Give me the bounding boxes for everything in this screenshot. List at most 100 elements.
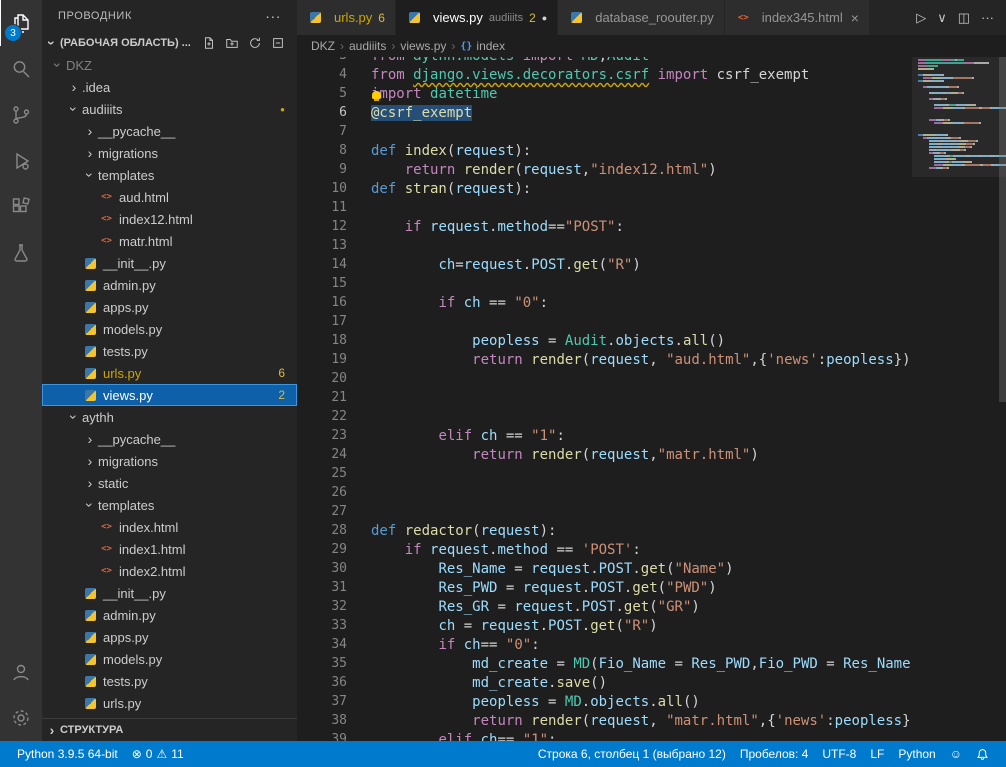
- outline-section-header[interactable]: › СТРУКТУРА: [42, 718, 297, 741]
- tree-item-index12.html[interactable]: <>index12.html: [42, 208, 297, 230]
- code-line-28[interactable]: 28def redactor(request):: [297, 523, 911, 542]
- code-line-3[interactable]: 3from aythh.models import MD,Audit: [297, 57, 911, 67]
- tree-item-audiiits[interactable]: ›audiiits●: [42, 98, 297, 120]
- code-line-4[interactable]: 4from django.views.decorators.csrf impor…: [297, 67, 911, 86]
- tree-item-DKZ[interactable]: ›DKZ: [42, 54, 297, 76]
- explorer-more-actions-icon[interactable]: ···: [265, 8, 281, 24]
- tree-item-admin.py[interactable]: admin.py: [42, 274, 297, 296]
- split-editor-button[interactable]: ◫: [958, 10, 970, 26]
- tree-item-migrations[interactable]: ›migrations: [42, 142, 297, 164]
- tab-database_roouter.py[interactable]: database_roouter.py: [558, 0, 725, 35]
- tree-item-aythh[interactable]: ›aythh: [42, 406, 297, 428]
- tree-item-static[interactable]: ›static: [42, 472, 297, 494]
- run-button[interactable]: ▷: [916, 10, 926, 26]
- breadcrumb-item-DKZ[interactable]: DKZ: [311, 39, 335, 53]
- python-interpreter-status[interactable]: Python 3.9.5 64-bit: [10, 747, 125, 761]
- scrollbar-thumb[interactable]: [999, 57, 1006, 402]
- code-line-31[interactable]: 31 Res_PWD = request.POST.get("PWD"): [297, 580, 911, 599]
- eol-status[interactable]: LF: [863, 747, 891, 761]
- feedback-smiley-icon[interactable]: ☺: [943, 747, 969, 761]
- tree-item-models.py[interactable]: models.py: [42, 648, 297, 670]
- tree-item-urls.py[interactable]: urls.py: [42, 692, 297, 714]
- code-line-20[interactable]: 20: [297, 371, 911, 390]
- code-line-10[interactable]: 10def stran(request):: [297, 181, 911, 200]
- breadcrumb-item-views.py[interactable]: views.py: [400, 39, 446, 53]
- tree-item-tests.py[interactable]: tests.py: [42, 340, 297, 362]
- code-line-33[interactable]: 33 ch = request.POST.get("R"): [297, 618, 911, 637]
- code-line-11[interactable]: 11: [297, 200, 911, 219]
- workspace-section-header[interactable]: › (РАБОЧАЯ ОБЛАСТЬ) ...: [42, 32, 297, 54]
- tree-item-.idea[interactable]: ›.idea: [42, 76, 297, 98]
- code-line-18[interactable]: 18 peopless = Audit.objects.all(): [297, 333, 911, 352]
- code-line-37[interactable]: 37 peopless = MD.objects.all(): [297, 694, 911, 713]
- tree-item-aud.html[interactable]: <>aud.html: [42, 186, 297, 208]
- tab-views.py[interactable]: views.pyaudiiits2●: [396, 0, 558, 35]
- cursor-position-status[interactable]: Строка 6, столбец 1 (выбрано 12): [531, 747, 733, 761]
- tree-item-__pycache__[interactable]: ›__pycache__: [42, 120, 297, 142]
- code-line-7[interactable]: 7: [297, 124, 911, 143]
- tree-item-admin.py[interactable]: admin.py: [42, 604, 297, 626]
- breadcrumb-item-index[interactable]: index: [476, 39, 505, 53]
- activity-search-button[interactable]: [0, 46, 42, 92]
- tree-item-models.py[interactable]: models.py: [42, 318, 297, 340]
- run-dropdown-icon[interactable]: ∨: [937, 10, 947, 26]
- code-line-25[interactable]: 25: [297, 466, 911, 485]
- tree-item-apps.py[interactable]: apps.py: [42, 626, 297, 648]
- indentation-status[interactable]: Пробелов: 4: [733, 747, 816, 761]
- refresh-icon[interactable]: [248, 36, 262, 50]
- tree-item-templates[interactable]: ›templates: [42, 494, 297, 516]
- code-line-12[interactable]: 12 if request.method=="POST":: [297, 219, 911, 238]
- code-line-24[interactable]: 24 return render(request,"matr.html"): [297, 447, 911, 466]
- code-line-35[interactable]: 35 md_create = MD(Fio_Name = Res_PWD,Fio…: [297, 656, 911, 675]
- code-line-27[interactable]: 27: [297, 504, 911, 523]
- tree-item-__init__.py[interactable]: __init__.py: [42, 582, 297, 604]
- tab-urls.py[interactable]: urls.py6: [297, 0, 396, 35]
- code-line-36[interactable]: 36 md_create.save(): [297, 675, 911, 694]
- language-mode-status[interactable]: Python: [891, 747, 942, 761]
- tab-index345.html[interactable]: <>index345.html×: [725, 0, 870, 35]
- new-file-icon[interactable]: [202, 36, 216, 50]
- code-line-14[interactable]: 14 ch=request.POST.get("R"): [297, 257, 911, 276]
- activity-explorer-button[interactable]: 3: [0, 0, 43, 46]
- activity-account-button[interactable]: [0, 649, 42, 695]
- code-line-32[interactable]: 32 Res_GR = request.POST.get("GR"): [297, 599, 911, 618]
- code-line-29[interactable]: 29 if request.method == 'POST':: [297, 542, 911, 561]
- tree-item-templates[interactable]: ›templates: [42, 164, 297, 186]
- activity-extensions-button[interactable]: [0, 184, 42, 230]
- code-line-9[interactable]: 9 return render(request,"index12.html"): [297, 162, 911, 181]
- code-line-19[interactable]: 19 return render(request, "aud.html",{'n…: [297, 352, 911, 371]
- notifications-bell-icon[interactable]: [969, 748, 996, 761]
- encoding-status[interactable]: UTF-8: [815, 747, 863, 761]
- breadcrumb-item-audiiits[interactable]: audiiits: [349, 39, 386, 53]
- new-folder-icon[interactable]: [225, 36, 239, 50]
- code-line-30[interactable]: 30 Res_Name = request.POST.get("Name"): [297, 561, 911, 580]
- activity-settings-button[interactable]: [0, 695, 42, 741]
- tree-item-index1.html[interactable]: <>index1.html: [42, 538, 297, 560]
- activity-source-control-button[interactable]: [0, 92, 42, 138]
- problems-status[interactable]: ⊗ 0 ⚠ 11: [125, 747, 191, 761]
- tree-item-tests.py[interactable]: tests.py: [42, 670, 297, 692]
- tree-item-migrations[interactable]: ›migrations: [42, 450, 297, 472]
- code-line-13[interactable]: 13: [297, 238, 911, 257]
- code-line-22[interactable]: 22: [297, 409, 911, 428]
- code-line-15[interactable]: 15: [297, 276, 911, 295]
- activity-run-debug-button[interactable]: [0, 138, 42, 184]
- code-line-26[interactable]: 26: [297, 485, 911, 504]
- tree-item-matr.html[interactable]: <>matr.html: [42, 230, 297, 252]
- code-area[interactable]: 3from aythh.models import MD,Audit4from …: [297, 57, 911, 741]
- more-actions-button[interactable]: ···: [981, 10, 994, 25]
- code-line-5[interactable]: 5import datetime: [297, 86, 911, 105]
- minimap[interactable]: [918, 59, 998, 170]
- tree-item-index2.html[interactable]: <>index2.html: [42, 560, 297, 582]
- code-line-38[interactable]: 38 return render(request, "matr.html",{'…: [297, 713, 911, 732]
- tree-item-urls.py[interactable]: urls.py6: [42, 362, 297, 384]
- code-line-23[interactable]: 23 elif ch == "1":: [297, 428, 911, 447]
- collapse-all-icon[interactable]: [271, 36, 285, 50]
- code-line-21[interactable]: 21: [297, 390, 911, 409]
- code-line-34[interactable]: 34 if ch== "0":: [297, 637, 911, 656]
- code-line-6[interactable]: 6@csrf_exempt: [297, 105, 911, 124]
- lightbulb-icon[interactable]: [372, 91, 381, 99]
- dirty-dot-icon[interactable]: ●: [542, 13, 547, 23]
- close-icon[interactable]: ×: [851, 10, 859, 26]
- tree-item-views.py[interactable]: views.py2: [42, 384, 297, 406]
